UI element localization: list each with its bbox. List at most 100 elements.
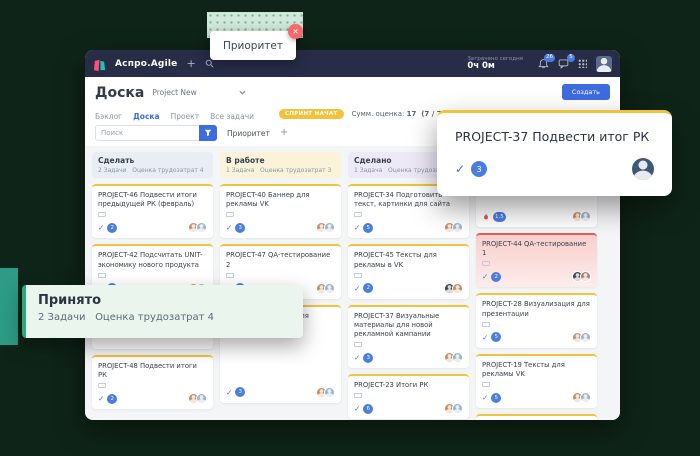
card-footer: ✓ 5: [482, 327, 591, 343]
summary-estimate: Сумм. оценка: 17 (7 / 7): [352, 110, 445, 118]
task-card[interactable]: PROJECT-40 Баннер для рекламы VK ✓ 3: [220, 184, 341, 238]
card-footer: 1.5: [482, 206, 591, 222]
column-header: В работе 1 Задача Оценка трудозатрат 3: [220, 152, 341, 178]
task-card[interactable]: PROJECT-19 Тексты для рекламы VK ✓ 5: [476, 354, 597, 408]
estimate-badge: 6: [363, 404, 373, 414]
estimate-badge: 5: [363, 223, 373, 233]
avatar[interactable]: [196, 393, 207, 404]
time-tracked-value: 0ч 0м: [467, 62, 495, 71]
assignees: [575, 392, 591, 403]
card-title: PROJECT-37 Визуальные материалы для ново…: [354, 312, 463, 340]
card-footer: ✓ 3: [354, 347, 463, 363]
project-selector[interactable]: Project New: [152, 88, 245, 97]
chevron-down-icon: [239, 89, 246, 96]
task-card[interactable]: PROJECT-37 Визуальные материалы для ново…: [348, 305, 469, 369]
close-icon[interactable]: ✕: [288, 24, 303, 39]
filter-button[interactable]: [199, 125, 217, 141]
card-title: PROJECT-48 Подвести итоги РК: [98, 362, 207, 380]
avatar[interactable]: [452, 283, 463, 294]
avatar[interactable]: [324, 283, 335, 294]
card-footer: ✓ 2: [482, 266, 591, 282]
accepted-meta: 2 Задачи Оценка трудозатрат 4: [38, 312, 291, 323]
top-navbar: Аспро.Agile + Затрачено сегодня 0ч 0м 26…: [85, 50, 620, 77]
estimate-badge: 3: [235, 387, 245, 397]
avatar[interactable]: [580, 211, 591, 222]
avatar[interactable]: [452, 352, 463, 363]
avatar[interactable]: [452, 403, 463, 414]
card-title: PROJECT-45 Тексты для рекламы в VK: [354, 251, 463, 269]
avatar[interactable]: [196, 222, 207, 233]
card-title: PROJECT-46 Подвести итоги предыдущей РК …: [98, 191, 207, 209]
create-button[interactable]: Создать: [562, 84, 610, 100]
card-list: 1.5 PROJECT-44 QA-тестирование 1 ✓ 2 PRO…: [476, 183, 597, 420]
check-icon: ✓: [226, 388, 232, 397]
estimate-badge: 3: [471, 161, 487, 177]
avatar[interactable]: [324, 222, 335, 233]
tab-бэклог[interactable]: Бэклог: [95, 109, 122, 125]
card-title: PROJECT-42 Подсчитать UNIT-экономику нов…: [98, 251, 207, 269]
task-preview-card[interactable]: PROJECT-37 Подвести итог РК ✓ 3: [437, 110, 672, 196]
check-icon: ✓: [354, 404, 360, 413]
user-avatar[interactable]: [596, 56, 612, 72]
task-title: PROJECT-37 Подвести итог РК: [455, 129, 654, 144]
decor-stripe: [0, 268, 18, 345]
project-name: Project New: [152, 88, 196, 97]
assignees: [447, 283, 463, 294]
notifications-icon[interactable]: 26: [538, 58, 549, 69]
column-meta: 2 Задачи Оценка трудозатрат 4: [98, 167, 207, 174]
check-icon: ✓: [482, 393, 488, 402]
check-icon: ✓: [455, 162, 465, 176]
task-card[interactable]: PROJECT-46 Подвести итоги предыдущей РК …: [92, 184, 213, 238]
avatar[interactable]: [580, 332, 591, 343]
task-card[interactable]: PROJECT-16 Подвести итоги РК: [476, 414, 597, 420]
check-icon: ✓: [354, 353, 360, 362]
page-title: Доска: [95, 85, 144, 101]
sprint-status-badge: СПРИНТ НАЧАТ: [279, 109, 343, 119]
priority-filter-chip[interactable]: Приоритет: [227, 129, 270, 138]
avatar[interactable]: [580, 392, 591, 403]
assignees: [319, 387, 335, 398]
task-card[interactable]: PROJECT-28 Визуализация для презентации …: [476, 293, 597, 347]
task-card[interactable]: PROJECT-23 Итоги РК ✓ 6: [348, 374, 469, 419]
priority-tooltip: Приоритет ✕: [210, 31, 296, 60]
apps-grid-icon[interactable]: [578, 59, 587, 68]
messages-badge: 5: [567, 54, 575, 62]
app-window: Аспро.Agile + Затрачено сегодня 0ч 0м 26…: [85, 50, 620, 420]
tab-проект[interactable]: Проект: [171, 109, 200, 125]
assignees: [447, 403, 463, 414]
messages-icon[interactable]: 5: [558, 58, 569, 69]
card-footer: ✓ 6: [354, 398, 463, 414]
avatar[interactable]: [324, 387, 335, 398]
card-footer: ✓ 2: [98, 217, 207, 233]
avatar[interactable]: [580, 271, 591, 282]
estimate-badge: 1.5: [493, 212, 506, 222]
accepted-title: Принято: [38, 293, 291, 308]
task-card[interactable]: PROJECT-44 QA-тестирование 1 ✓ 2: [476, 233, 597, 287]
estimate-badge: 2: [363, 283, 373, 293]
task-card[interactable]: PROJECT-48 Подвести итоги РК ✓ 2: [92, 355, 213, 409]
tooltip-label: Приоритет: [223, 40, 283, 52]
estimate-badge: 3: [235, 223, 245, 233]
column-header: Сделать 2 Задачи Оценка трудозатрат 4: [92, 152, 213, 178]
task-card[interactable]: PROJECT-45 Тексты для рекламы в VK ✓ 2: [348, 244, 469, 298]
card-list: PROJECT-34 Подготовить текст, картинки д…: [348, 184, 469, 419]
search-icon[interactable]: [205, 59, 214, 68]
estimate-badge: 5: [491, 393, 501, 403]
search-input[interactable]: [95, 125, 199, 141]
assignees: [447, 352, 463, 363]
add-filter-button[interactable]: +: [280, 128, 288, 138]
check-icon: ✓: [354, 223, 360, 232]
assignees: [575, 271, 591, 282]
accepted-column-overlay: Принято 2 Задачи Оценка трудозатрат 4: [22, 285, 303, 338]
assignees: [191, 222, 207, 233]
add-icon[interactable]: +: [186, 58, 195, 69]
card-title: PROJECT-40 Баннер для рекламы VK: [226, 191, 335, 209]
card-footer: ✓ 3: [226, 382, 335, 398]
assignees: [575, 211, 591, 222]
app-logo-icon: [93, 57, 106, 70]
tab-все-задачи[interactable]: Все задачи: [210, 109, 254, 125]
card-footer: ✓ 2: [354, 278, 463, 294]
assignees: [575, 332, 591, 343]
avatar: [632, 158, 654, 180]
avatar[interactable]: [452, 222, 463, 233]
